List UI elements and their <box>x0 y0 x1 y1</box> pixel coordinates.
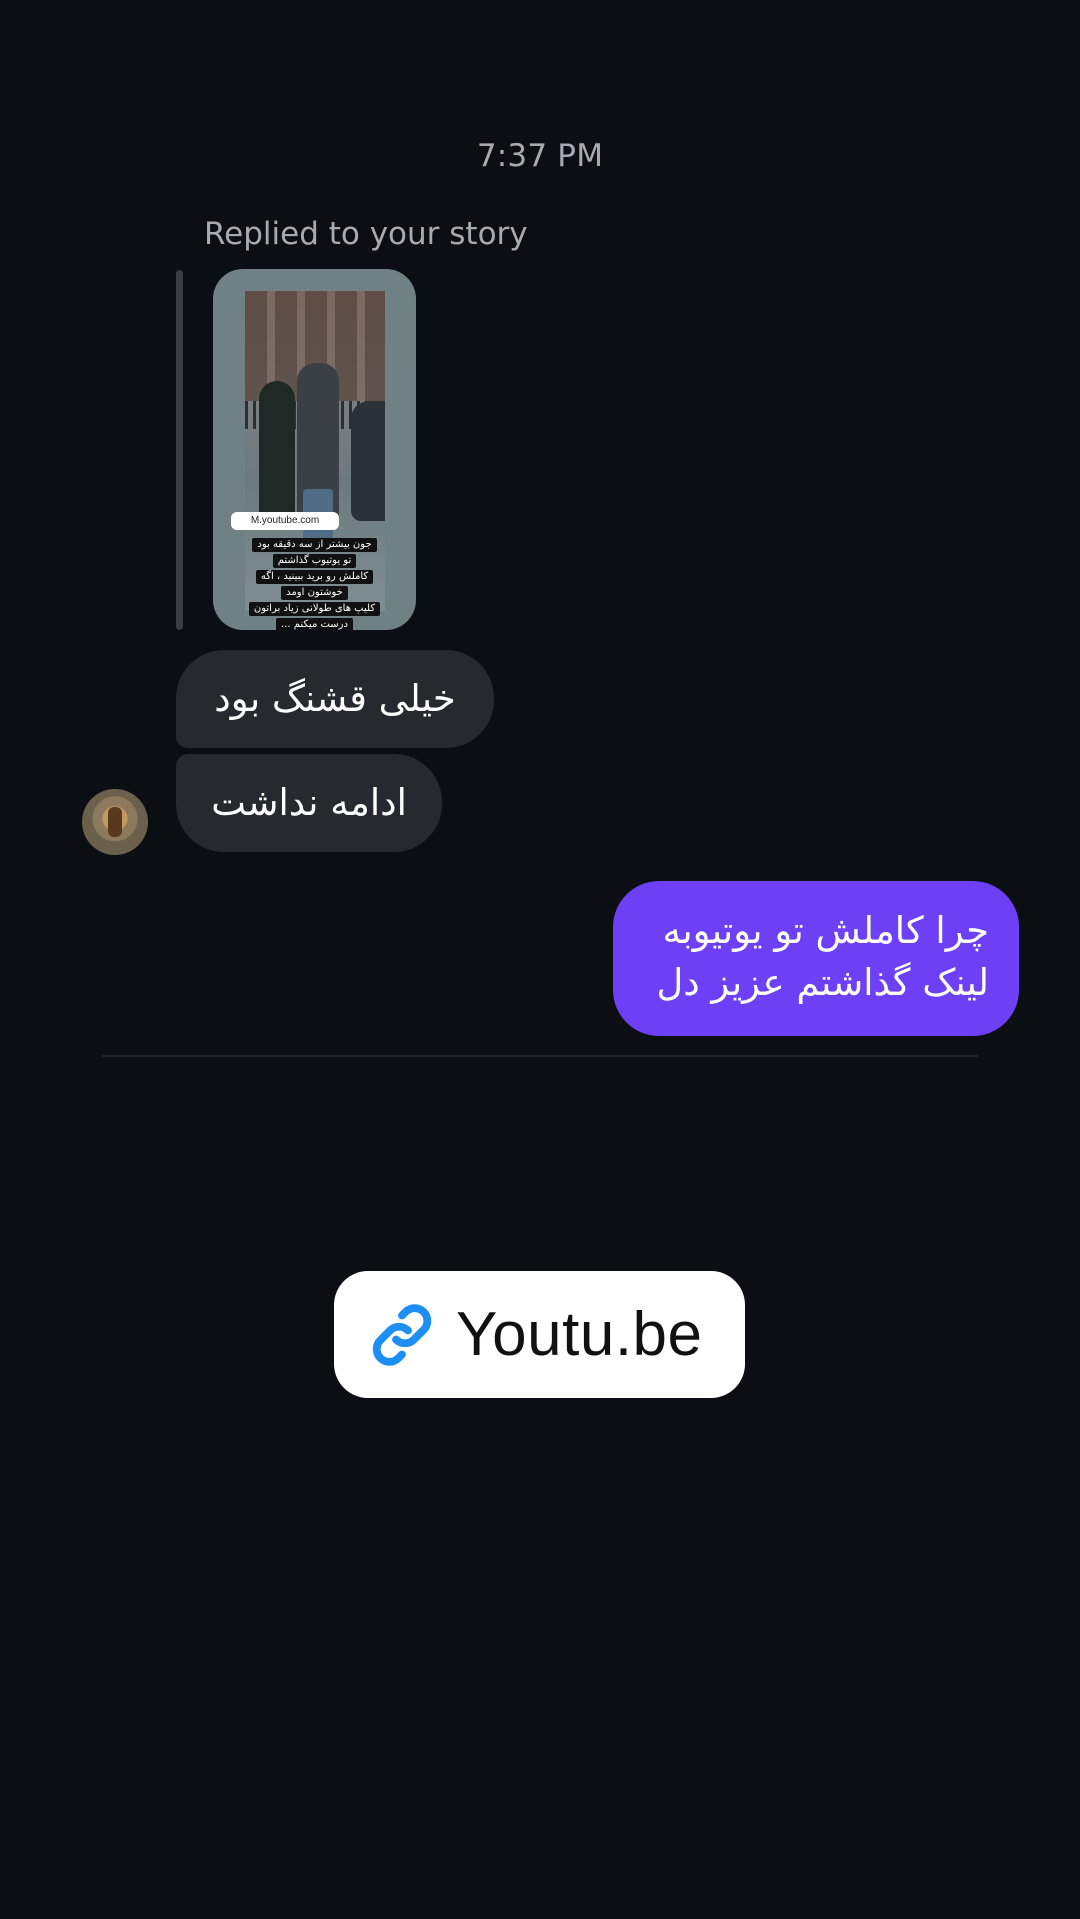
story-caption-line: جون بیشتر از سه دقیقه بود <box>252 538 377 552</box>
story-caption-line: کلیپ های طولانی زیاد براتون <box>248 602 381 616</box>
incoming-message-text: خیلی قشنگ بود <box>214 677 456 720</box>
story-caption: جون بیشتر از سه دقیقه بود تو یوتیوب گذاش… <box>213 538 416 630</box>
outgoing-message-line: لینک گذاشتم عزیز دل <box>656 961 989 1004</box>
story-car <box>351 401 385 521</box>
story-person-left <box>259 381 295 521</box>
story-person-right <box>297 363 339 549</box>
link-sticker[interactable]: Youtu.be <box>334 1271 745 1398</box>
story-link-sticker-text: M.youtube.com <box>250 515 320 526</box>
story-caption-line: خوشتون اومد <box>281 586 348 600</box>
link-sticker-text: Youtu.be <box>456 1299 703 1369</box>
outgoing-message-line: چرا کاملش تو یوتیوبه <box>662 909 989 952</box>
link-icon <box>372 1303 432 1366</box>
incoming-message-bubble[interactable]: خیلی قشنگ بود <box>176 650 494 748</box>
story-caption-line: کاملش رو برید ببینید ، اگه <box>255 570 374 584</box>
story-caption-line: تو یوتیوب گذاشتم <box>272 554 357 568</box>
incoming-message-text: ادامه نداشت <box>211 781 407 824</box>
sender-avatar[interactable] <box>82 789 148 855</box>
outgoing-message-bubble[interactable]: چرا کاملش تو یوتیوبه لینک گذاشتم عزیز دل <box>613 881 1019 1036</box>
reply-indicator-bar <box>176 270 183 630</box>
reply-context-label: Replied to your story <box>204 216 528 252</box>
story-caption-line: درست میکنم ... <box>276 618 353 630</box>
story-preview[interactable]: M.youtube.com جون بیشتر از سه دقیقه بود … <box>213 269 416 630</box>
incoming-message-bubble[interactable]: ادامه نداشت <box>176 754 442 852</box>
story-link-sticker: M.youtube.com <box>231 512 339 530</box>
divider <box>102 1055 978 1057</box>
message-timestamp: 7:37 PM <box>476 138 604 174</box>
